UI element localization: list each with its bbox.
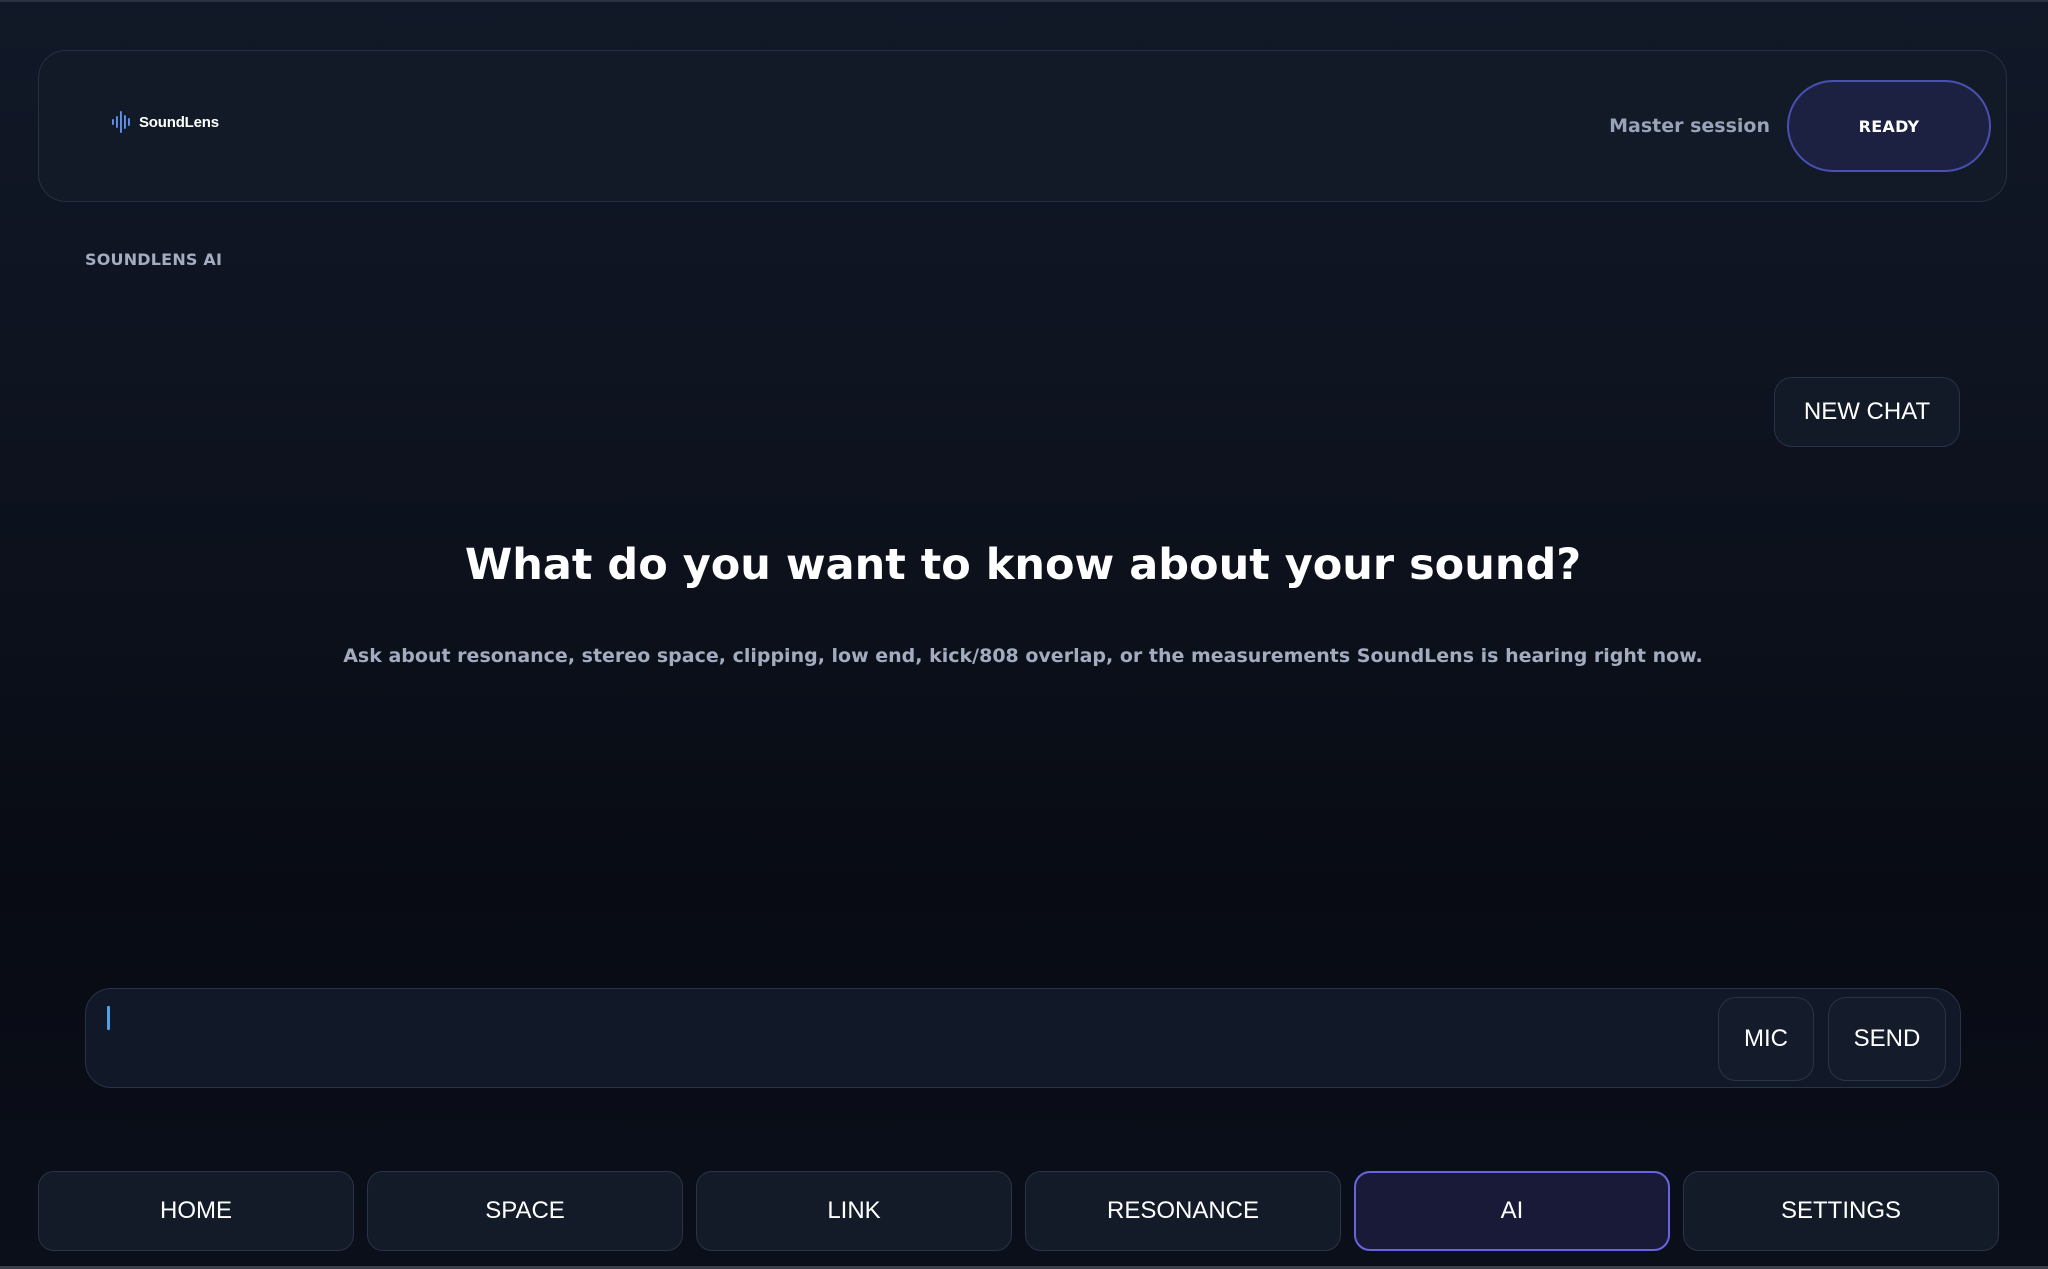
bottom-nav: HOME SPACE LINK RESONANCE AI SETTINGS bbox=[38, 1171, 2000, 1251]
hero-subtitle: Ask about resonance, stereo space, clipp… bbox=[343, 645, 1703, 667]
section-label: SOUNDLENS AI bbox=[85, 250, 223, 269]
session-label: Master session bbox=[1609, 115, 1770, 137]
chat-composer: MIC SEND bbox=[85, 988, 1961, 1088]
nav-tab-home[interactable]: HOME bbox=[38, 1171, 354, 1251]
nav-tab-space[interactable]: SPACE bbox=[367, 1171, 683, 1251]
top-header: SoundLens Master session READY bbox=[38, 50, 2007, 202]
send-button[interactable]: SEND bbox=[1828, 997, 1946, 1081]
status-pill[interactable]: READY bbox=[1787, 80, 1991, 172]
chat-input[interactable] bbox=[104, 1003, 1794, 1073]
nav-tab-link[interactable]: LINK bbox=[696, 1171, 1012, 1251]
nav-tab-ai[interactable]: AI bbox=[1354, 1171, 1670, 1251]
hero-title: What do you want to know about your soun… bbox=[464, 540, 1582, 590]
nav-tab-resonance[interactable]: RESONANCE bbox=[1025, 1171, 1341, 1251]
app-window: SoundLens Master session READY SOUNDLENS… bbox=[0, 0, 2048, 1269]
soundwave-bars-icon bbox=[112, 111, 130, 133]
logo-text: SoundLens bbox=[139, 113, 219, 131]
new-chat-button[interactable]: NEW CHAT bbox=[1774, 377, 1960, 447]
text-caret bbox=[107, 1006, 110, 1030]
nav-tab-settings[interactable]: SETTINGS bbox=[1683, 1171, 1999, 1251]
app-logo[interactable]: SoundLens bbox=[111, 109, 219, 135]
mic-button[interactable]: MIC bbox=[1718, 997, 1814, 1081]
